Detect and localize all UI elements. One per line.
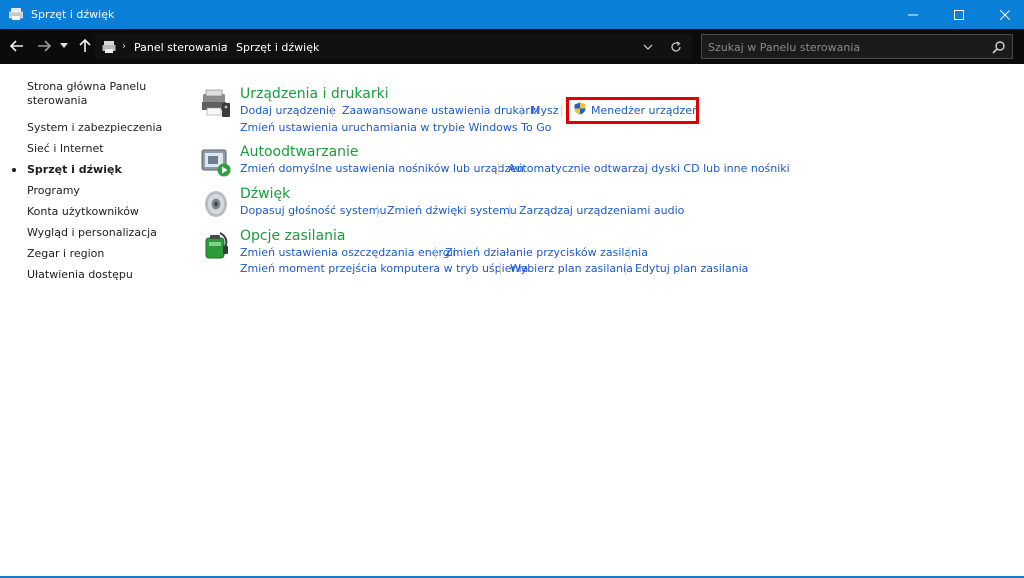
chevron-down-icon — [60, 43, 68, 48]
add-device-link[interactable]: Dodaj urządzenie — [240, 104, 336, 117]
autoplay-cds-link[interactable]: Automatycznie odtwarzaj dyski CD lub inn… — [508, 162, 790, 175]
autoplay-icon — [201, 149, 231, 177]
search-icon[interactable] — [992, 40, 1006, 54]
search-box[interactable] — [701, 34, 1013, 59]
minimize-icon — [908, 14, 918, 15]
sidebar-item-user-accounts[interactable]: Konta użytkowników — [27, 205, 177, 219]
sidebar-item-network[interactable]: Sieć i Internet — [27, 142, 177, 156]
refresh-icon — [671, 41, 681, 52]
close-icon — [1000, 9, 1010, 20]
active-bullet — [12, 168, 16, 172]
sidebar-item-home[interactable]: Strona główna Panelu sterowania — [27, 80, 157, 108]
highlight-box — [566, 97, 699, 124]
choose-power-plan-link[interactable]: Wybierz plan zasilania — [510, 262, 633, 275]
category-heading[interactable]: Urządzenia i drukarki — [240, 86, 389, 102]
control-panel-icon — [102, 41, 116, 53]
power-buttons-link[interactable]: Zmień działanie przycisków zasilania — [445, 246, 648, 259]
sidebar-item-accessibility[interactable]: Ułatwienia dostępu — [27, 268, 177, 282]
breadcrumb-hardware-sound[interactable]: Sprzęt i dźwięk — [236, 41, 319, 54]
forward-button[interactable] — [35, 37, 53, 55]
control-panel-icon — [9, 8, 23, 20]
printer-settings-link[interactable]: Zaawansowane ustawienia drukarki — [342, 104, 539, 117]
address-toolbar: › Panel sterowania › Sprzęt i dźwięk — [0, 29, 1024, 64]
link-divider — [332, 105, 333, 117]
link-divider — [561, 105, 562, 117]
title-bar: Sprzęt i dźwięk — [0, 0, 1024, 29]
minimize-button[interactable] — [890, 0, 936, 29]
windows-to-go-link[interactable]: Zmień ustawienia uruchamiania w trybie W… — [240, 121, 551, 134]
address-dropdown-button[interactable] — [640, 39, 656, 55]
breadcrumb-separator[interactable]: › — [224, 41, 228, 52]
chevron-down-icon — [643, 44, 653, 50]
sidebar-item-hardware-sound: Sprzęt i dźwięk — [12, 163, 177, 177]
power-saving-settings-link[interactable]: Zmień ustawienia oszczędzania energii — [240, 246, 456, 259]
close-button[interactable] — [982, 0, 1024, 29]
maximize-icon — [954, 9, 964, 20]
adjust-volume-link[interactable]: Dopasuj głośność systemu — [240, 204, 386, 217]
battery-power-icon — [205, 232, 228, 259]
speaker-icon — [205, 191, 227, 217]
up-button[interactable] — [76, 37, 94, 55]
link-divider — [625, 263, 626, 275]
link-divider — [521, 105, 522, 117]
recent-locations-button[interactable] — [57, 37, 71, 55]
refresh-button[interactable] — [668, 39, 684, 55]
maximize-button[interactable] — [936, 0, 982, 29]
change-autoplay-defaults-link[interactable]: Zmień domyślne ustawienia nośników lub u… — [240, 162, 524, 175]
manage-audio-devices-link[interactable]: Zarządzaj urządzeniami audio — [519, 204, 684, 217]
edit-power-plan-link[interactable]: Edytuj plan zasilania — [635, 262, 748, 275]
window-title: Sprzęt i dźwięk — [31, 8, 115, 21]
search-input[interactable] — [708, 39, 978, 55]
link-divider — [509, 205, 510, 217]
sidebar-item-security[interactable]: System i zabezpieczenia — [27, 121, 177, 135]
category-heading[interactable]: Opcje zasilania — [240, 228, 345, 244]
link-divider — [629, 247, 630, 259]
printer-device-icon — [202, 89, 230, 117]
link-divider — [500, 263, 501, 275]
mouse-link[interactable]: Mysz — [531, 104, 559, 117]
category-heading[interactable]: Autoodtwarzanie — [240, 144, 359, 160]
back-arrow-icon — [10, 40, 23, 52]
link-divider — [498, 163, 499, 175]
sleep-timing-link[interactable]: Zmień moment przejścia komputera w tryb … — [240, 262, 528, 275]
sidebar-item-programs[interactable]: Programy — [27, 184, 177, 198]
up-arrow-icon — [79, 39, 91, 52]
back-button[interactable] — [8, 37, 26, 55]
sidebar-item-appearance[interactable]: Wygląd i personalizacja — [27, 226, 177, 240]
sidebar-item-clock-region[interactable]: Zegar i region — [27, 247, 177, 261]
link-divider — [377, 205, 378, 217]
link-divider — [435, 247, 436, 259]
sidebar-item-label: Sprzęt i dźwięk — [27, 163, 122, 176]
address-field[interactable]: › Panel sterowania › Sprzęt i dźwięk — [95, 34, 692, 59]
forward-arrow-icon — [38, 40, 51, 52]
category-heading[interactable]: Dźwięk — [240, 186, 290, 202]
change-system-sounds-link[interactable]: Zmień dźwięki systemu — [387, 204, 517, 217]
breadcrumb-control-panel[interactable]: Panel sterowania — [134, 41, 228, 54]
breadcrumb-separator[interactable]: › — [122, 41, 126, 52]
